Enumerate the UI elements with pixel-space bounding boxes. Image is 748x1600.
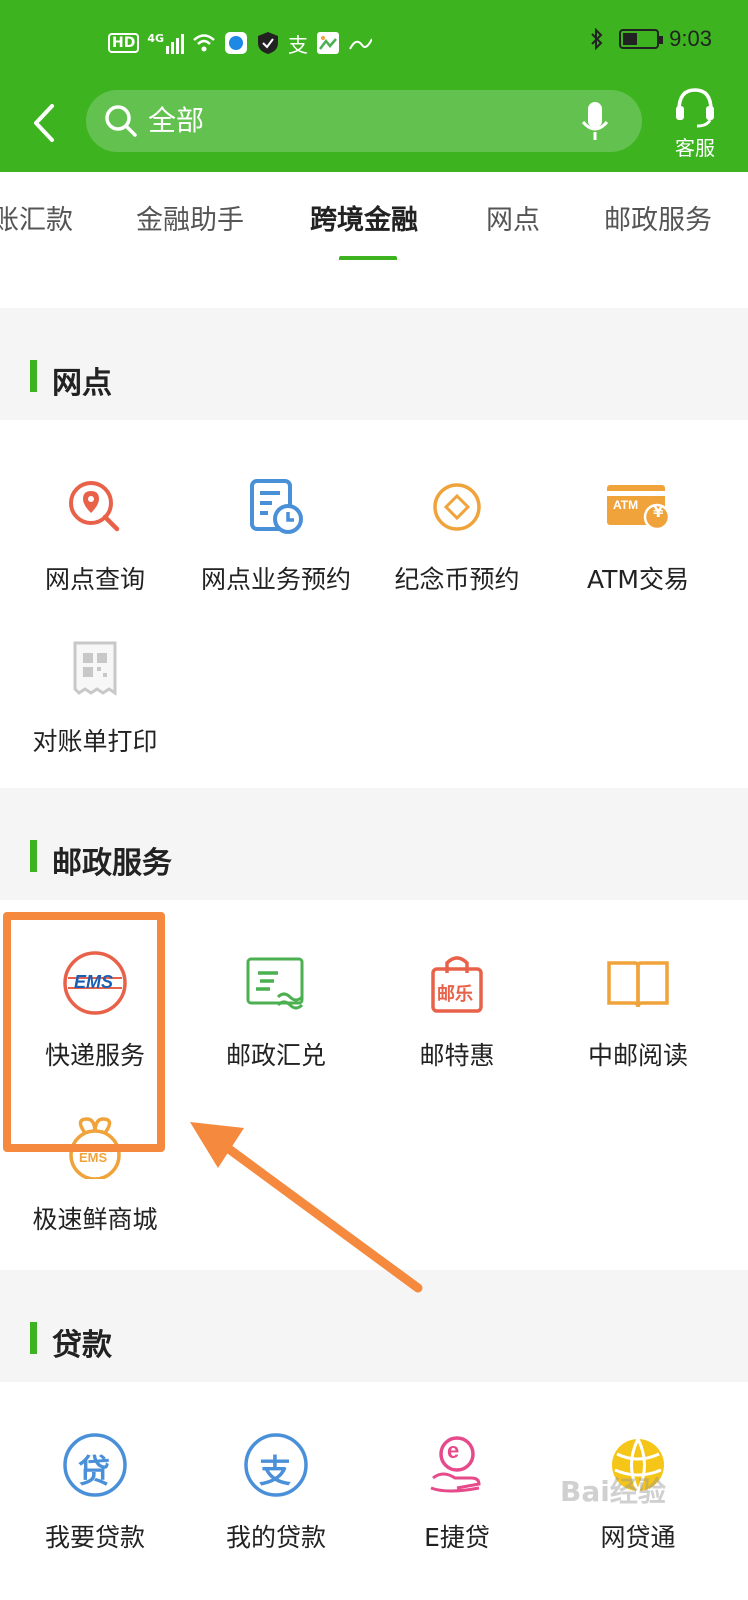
receipt-qr-icon — [62, 636, 128, 702]
item-label: 纪念币预约 — [394, 565, 520, 594]
section-marker — [30, 1322, 37, 1354]
category-tabs: 账汇款 金融助手 跨境金融 网点 邮政服务 — [0, 172, 748, 260]
search-placeholder: 全部 — [148, 104, 205, 137]
tab-branch[interactable]: 网点 — [486, 198, 540, 237]
cellular-signal-icon: 4G — [147, 32, 185, 54]
headset-icon — [676, 88, 714, 128]
appointment-doc-icon — [243, 474, 309, 540]
location-search-icon — [62, 474, 128, 540]
loan-glyph: 贷 — [78, 1452, 111, 1490]
tab-postal-service[interactable]: 邮政服务 — [604, 198, 712, 237]
chevron-left-icon — [34, 104, 54, 142]
item-label: ATM交易 — [586, 565, 689, 594]
clock: 9:03 — [669, 26, 712, 51]
status-right: 9:03 — [585, 26, 712, 52]
app-header: HD 4G 支 9:03 全部 客服 — [0, 0, 748, 172]
highlight-box — [3, 912, 165, 1152]
item-label: 邮特惠 — [419, 1041, 495, 1070]
section-title: 邮政服务 — [52, 846, 172, 881]
remittance-icon — [243, 950, 309, 1016]
tab-cross-border-finance[interactable]: 跨境金融 — [310, 198, 418, 237]
apply-loan-item[interactable]: 贷 我要贷款 — [4, 1432, 186, 1554]
status-bar: HD 4G 支 9:03 — [0, 0, 748, 80]
section-title: 网点 — [52, 366, 112, 401]
item-label: 对账单打印 — [32, 727, 158, 756]
image-app-icon — [316, 31, 340, 55]
postal-deals-item[interactable]: 邮乐 邮特惠 — [366, 950, 548, 1072]
atm-transaction-item[interactable]: ATM ¥ ATM交易 — [547, 474, 729, 596]
section-title: 贷款 — [52, 1328, 112, 1363]
app-notification-icon — [224, 31, 248, 55]
wifi-icon — [192, 31, 216, 55]
loan-icon: 贷 — [62, 1432, 128, 1498]
customer-service-label: 客服 — [675, 136, 715, 160]
postal-remittance-item[interactable]: 邮政汇兑 — [185, 950, 367, 1072]
e-glyph: e — [447, 1438, 460, 1463]
tab-finance-assistant[interactable]: 金融助手 — [136, 198, 244, 237]
open-book-icon — [605, 950, 671, 1016]
bag-text: 邮乐 — [437, 984, 473, 1005]
branch-query-item[interactable]: 网点查询 — [4, 474, 186, 596]
section-header-postal: 邮政服务 — [0, 788, 748, 900]
postal-reading-item[interactable]: 中邮阅读 — [547, 950, 729, 1072]
my-loan-icon: 支 — [243, 1432, 309, 1498]
coin-icon — [424, 474, 490, 540]
item-label: 网贷通 — [600, 1523, 676, 1552]
microphone-icon[interactable] — [580, 100, 610, 142]
coin-reservation-item[interactable]: 纪念币预约 — [366, 474, 548, 596]
battery-icon — [619, 29, 664, 49]
item-label: 我要贷款 — [44, 1523, 145, 1552]
my-loan-glyph: 支 — [259, 1452, 292, 1490]
status-left: HD 4G 支 — [108, 28, 373, 58]
item-label: 邮政汇兑 — [225, 1041, 326, 1070]
atm-card-icon: ATM ¥ — [605, 474, 671, 540]
shopping-bag-icon: 邮乐 — [424, 950, 490, 1016]
previous-section-bottom — [0, 260, 748, 308]
study-app-icon — [348, 31, 373, 55]
atm-text: ATM — [613, 498, 639, 512]
shield-icon — [256, 31, 280, 55]
customer-service-button[interactable]: 客服 — [660, 86, 730, 162]
network-type: 4G — [147, 32, 165, 45]
item-label: E捷贷 — [424, 1523, 490, 1552]
e-loan-icon: e — [424, 1432, 490, 1498]
item-label: 中邮阅读 — [587, 1041, 688, 1070]
my-loan-item[interactable]: 支 我的贷款 — [185, 1432, 367, 1554]
section-header-loan: 贷款 — [0, 1270, 748, 1382]
section-body-branch: 网点查询 网点业务预约 纪念币预约 ATM ¥ ATM交易 对账单打印 — [0, 420, 748, 788]
alipay-icon: 支 — [288, 32, 309, 57]
gift-ems-text: EMS — [79, 1150, 108, 1165]
watermark: Bai经验 — [560, 1475, 666, 1508]
search-icon — [105, 105, 137, 137]
bluetooth-icon — [585, 27, 609, 51]
item-label: 网点查询 — [44, 565, 145, 594]
battery-fill — [623, 33, 638, 45]
section-marker — [30, 840, 37, 872]
search-input[interactable]: 全部 — [86, 90, 642, 152]
hd-badge: HD — [108, 33, 140, 53]
section-header-branch: 网点 — [0, 308, 748, 420]
yen-symbol: ¥ — [653, 503, 664, 521]
branch-appointment-item[interactable]: 网点业务预约 — [185, 474, 367, 596]
tab-remittance[interactable]: 账汇款 — [0, 198, 73, 237]
item-label: 我的贷款 — [225, 1523, 326, 1552]
item-label: 网点业务预约 — [200, 565, 351, 594]
back-button[interactable] — [24, 98, 64, 148]
e-loan-item[interactable]: e E捷贷 — [366, 1432, 548, 1554]
item-label: 极速鲜商城 — [32, 1205, 158, 1234]
statement-print-item[interactable]: 对账单打印 — [4, 636, 186, 758]
section-marker — [30, 360, 37, 392]
